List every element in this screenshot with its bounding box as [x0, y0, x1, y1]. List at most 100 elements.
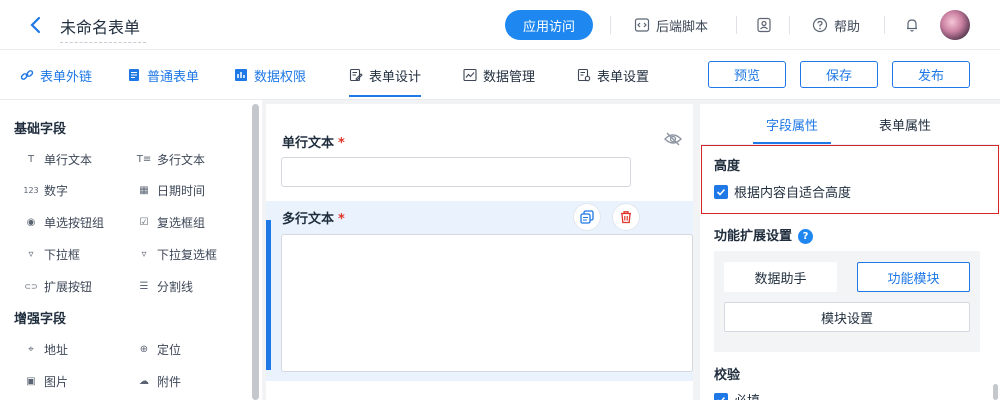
document-icon	[127, 68, 141, 82]
palette-item-checkbox-group[interactable]: ☑ 复选框组	[137, 211, 206, 233]
help-button[interactable]: 帮助	[812, 14, 860, 36]
tab-normal-form[interactable]: 普通表单	[127, 50, 199, 100]
field2-label: 多行文本 *	[282, 208, 345, 227]
palette-item-single-text[interactable]: T 单行文本	[24, 148, 92, 170]
divider-icon: ☰	[139, 280, 149, 292]
code-icon	[634, 17, 650, 33]
eye-hidden-icon[interactable]	[664, 132, 682, 150]
palette-item-divider[interactable]: ☰ 分割线	[137, 275, 194, 297]
trash-icon	[619, 210, 633, 224]
palette-item-extension-button[interactable]: ⊂⊃ 扩展按钮	[24, 275, 92, 297]
selection-indicator	[266, 220, 271, 370]
header-divider	[789, 16, 790, 34]
multiline-text-icon: T≡	[136, 153, 152, 165]
preview-button[interactable]: 预览	[708, 61, 786, 88]
palette-item-label: 复选框组	[157, 215, 206, 230]
edit-doc-icon	[349, 68, 363, 82]
multi-text-textarea[interactable]	[281, 234, 693, 372]
palette-item-label: 单选按钮组	[44, 215, 105, 230]
contact-card-button[interactable]	[756, 14, 772, 36]
tab-form-settings[interactable]: 表单设置	[577, 50, 649, 100]
palette-item-multi-text[interactable]: T≡ 多行文本	[137, 148, 205, 170]
single-text-input[interactable]	[281, 157, 631, 187]
palette-item-image[interactable]: ▣ 图片	[24, 370, 68, 392]
palette-item-label: 定位	[157, 342, 182, 357]
ext-settings-panel: 数据助手 功能模块 模块设置	[714, 251, 980, 352]
publish-button[interactable]: 发布	[892, 61, 970, 88]
tab-label: 表单设置	[597, 69, 650, 85]
tab-data-permission[interactable]: 数据权限	[234, 50, 306, 100]
chart-board-icon	[463, 68, 477, 82]
field2-label-text: 多行文本	[282, 212, 335, 227]
tab-form-design[interactable]: 表单设计	[349, 50, 422, 100]
app-visit-button[interactable]: 应用访问	[505, 10, 593, 40]
number-icon: 123	[23, 185, 39, 195]
save-button[interactable]: 保存	[800, 61, 878, 88]
palette-item-label: 图片	[44, 374, 69, 389]
form-canvas: 单行文本 * 多行文本 *	[266, 104, 693, 400]
backend-script-button[interactable]: 后端脚本	[634, 14, 708, 36]
palette-item-attachment[interactable]: ☁ 附件	[137, 370, 181, 392]
data-helper-button[interactable]: 数据助手	[724, 262, 837, 292]
tab-label: 数据管理	[483, 69, 536, 85]
tab-external-link[interactable]: 表单外链	[20, 50, 92, 100]
button-shape-icon: ⊂⊃	[24, 281, 38, 291]
auto-height-checkbox-row[interactable]: 根据内容自适合高度	[714, 182, 851, 201]
contact-card-icon	[756, 17, 772, 33]
help-circle-icon[interactable]: ?	[798, 229, 814, 244]
tab-label: 数据权限	[254, 69, 307, 85]
form-title[interactable]: 未命名表单	[60, 14, 146, 43]
locate-icon: ⊕	[139, 343, 149, 355]
palette-item-label: 下拉框	[44, 247, 81, 262]
tab-label: 表单设计	[369, 69, 422, 85]
tab-field-properties[interactable]: 字段属性	[753, 104, 832, 144]
field1-label: 单行文本 *	[282, 132, 345, 151]
map-pin-icon: ⌖	[28, 343, 34, 355]
notification-button[interactable]	[904, 14, 920, 36]
properties-panel: 字段属性 表单属性 高度 根据内容自适合高度 功能扩展设置? 数据助手 功能模块…	[700, 104, 1000, 400]
palette-item-label: 扩展按钮	[44, 279, 93, 294]
dropdown-icon: ▿	[28, 248, 34, 260]
palette-item-dropdown[interactable]: ▿ 下拉框	[24, 243, 80, 265]
palette-item-datetime[interactable]: ▦ 日期时间	[137, 179, 205, 201]
ext-settings-title: 功能扩展设置?	[714, 225, 814, 244]
cloud-upload-icon: ☁	[139, 375, 149, 387]
image-icon: ▣	[26, 375, 36, 387]
link-icon	[20, 68, 34, 82]
palette-item-location[interactable]: ⊕ 定位	[137, 338, 181, 360]
calendar-icon: ▦	[139, 184, 149, 196]
settings-doc-icon	[577, 68, 591, 82]
palette-item-dropdown-multi[interactable]: ▿ 下拉复选框	[137, 243, 217, 265]
checkbox-checked-icon[interactable]	[714, 392, 728, 400]
bell-icon	[904, 17, 920, 33]
field1-label-text: 单行文本	[282, 136, 335, 151]
checkbox-checked-icon[interactable]	[714, 184, 728, 199]
tab-form-properties[interactable]: 表单属性	[866, 104, 944, 144]
tab-label: 普通表单	[147, 69, 200, 85]
tab-data-management[interactable]: 数据管理	[463, 50, 535, 100]
palette-item-label: 数字	[44, 183, 69, 198]
properties-scrollbar[interactable]	[993, 384, 998, 400]
palette-item-number[interactable]: 123 数字	[23, 179, 69, 201]
palette-item-label: 分割线	[157, 279, 194, 294]
header-divider	[610, 16, 611, 34]
height-title: 高度	[714, 159, 741, 174]
validate-title: 校验	[714, 368, 741, 383]
required-checkbox-row[interactable]: 必填	[714, 390, 760, 400]
delete-field-button[interactable]	[613, 204, 639, 230]
func-module-button[interactable]: 功能模块	[857, 262, 970, 292]
ext-settings-title-text: 功能扩展设置	[714, 229, 793, 244]
palette-scrollbar[interactable]	[252, 104, 259, 400]
palette-item-label: 下拉复选框	[157, 247, 218, 262]
palette-item-address[interactable]: ⌖ 地址	[24, 338, 68, 360]
copy-field-button[interactable]	[574, 204, 600, 230]
copy-icon	[580, 210, 594, 224]
tab-label: 表单外链	[40, 69, 93, 85]
header-divider	[736, 16, 737, 34]
checkbox-icon: ☑	[139, 216, 149, 228]
palette-item-radio-group[interactable]: ◉ 单选按钮组	[24, 211, 104, 233]
module-settings-button[interactable]: 模块设置	[724, 302, 970, 332]
back-icon[interactable]	[24, 13, 46, 37]
required-label: 必填	[734, 390, 760, 400]
avatar[interactable]	[940, 10, 970, 40]
